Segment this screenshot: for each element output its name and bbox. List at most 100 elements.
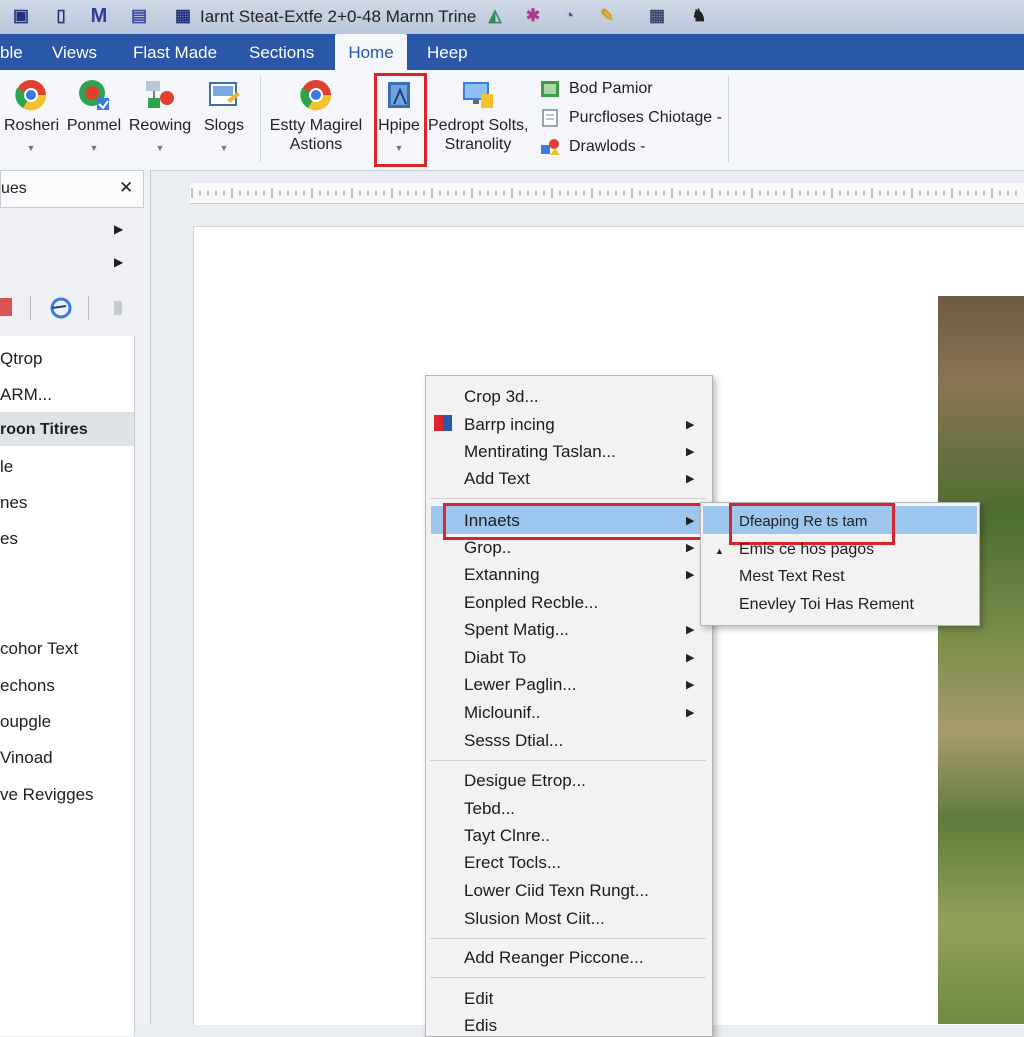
app-icon[interactable]: ▣ bbox=[10, 5, 32, 27]
chevron-down-icon[interactable]: ▼ bbox=[66, 139, 122, 158]
form-icon[interactable]: ▤ bbox=[128, 5, 150, 27]
list-item[interactable]: ARM... bbox=[0, 385, 52, 405]
monitor-icon bbox=[463, 82, 493, 108]
rosheri-button[interactable]: Rosheri ▼ bbox=[4, 74, 59, 158]
reowing-button[interactable]: Reowing ▼ bbox=[128, 74, 192, 158]
tab-file[interactable]: ble bbox=[0, 34, 29, 70]
menu-separator bbox=[430, 498, 706, 499]
purcfloses-chiotage-button[interactable]: Purcfloses Chiotage - bbox=[540, 109, 722, 127]
menu-item-barrp-incing[interactable]: Barrp incing bbox=[464, 415, 555, 435]
pane-title: ues bbox=[1, 180, 27, 197]
calendar-icon[interactable]: ▦ bbox=[646, 5, 668, 27]
document-icon[interactable]: ▦ bbox=[172, 5, 194, 27]
ponmel-button[interactable]: Ponmel ▼ bbox=[66, 74, 122, 158]
magic-icon[interactable]: ◔ bbox=[558, 5, 580, 27]
pane-list: Qtrop ARM... roon Titires le nes es coho… bbox=[0, 336, 135, 1036]
submenu-item-mest-text[interactable]: Mest Text Rest bbox=[739, 568, 845, 586]
menu-item-mentirating[interactable]: Mentirating Taslan... bbox=[464, 442, 616, 462]
menu-item-sesss-dtial[interactable]: Sesss Dtial... bbox=[464, 731, 563, 751]
menu-item-extanning[interactable]: Extanning bbox=[464, 565, 540, 585]
estty-label-line2: Astions bbox=[289, 136, 343, 153]
menu-item-lower-ciid[interactable]: Lower Ciid Texn Rungt... bbox=[464, 881, 649, 901]
menu-item-lewer-paglin[interactable]: Lewer Paglin... bbox=[464, 675, 576, 695]
submenu-arrow-icon: ▶ bbox=[686, 679, 695, 691]
expand-arrow-icon[interactable]: ▶ bbox=[114, 255, 123, 269]
tab-flast-made[interactable]: Flast Made bbox=[127, 34, 223, 70]
window-title: Iarnt Steat-Extfe 2+0-48 Marnn Trine bbox=[200, 7, 477, 26]
person-icon[interactable]: ♞ bbox=[688, 5, 710, 27]
navigation-pane: ues ✕ ▶ ▶ Qtrop ARM... roon Titires le n… bbox=[0, 170, 151, 1036]
menu-item-crop-3d[interactable]: Crop 3d... bbox=[464, 387, 539, 407]
ribbon-separator bbox=[260, 76, 261, 162]
toolbar-icon[interactable] bbox=[0, 298, 12, 316]
estty-magirel-astions-button[interactable]: Estty Magirel Astions bbox=[266, 74, 366, 154]
table-icon bbox=[541, 81, 559, 97]
estty-label-line1: Estty Magirel bbox=[269, 117, 363, 134]
refresh-icon[interactable] bbox=[48, 296, 74, 320]
list-item[interactable]: Vinoad bbox=[0, 748, 53, 768]
dfeaping-highlight-box bbox=[729, 503, 895, 545]
list-item[interactable]: Qtrop bbox=[0, 349, 43, 369]
ribbon: Rosheri ▼ Ponmel ▼ Reowing ▼ Slogs ▼ Est… bbox=[0, 70, 1024, 171]
menu-item-diabt-to[interactable]: Diabt To bbox=[464, 648, 526, 668]
menu-item-slusion-most[interactable]: Slusion Most Ciit... bbox=[464, 909, 605, 929]
phone-icon[interactable]: ▯ bbox=[50, 5, 72, 27]
submenu-item-emis[interactable]: Emis ce hos pagos bbox=[739, 541, 874, 559]
list-item-selected[interactable]: roon Titires bbox=[0, 421, 88, 439]
pedropt-label-line2: Stranolity bbox=[444, 136, 512, 153]
list-item[interactable]: cohor Text bbox=[0, 639, 78, 659]
tab-help[interactable]: Heep bbox=[421, 34, 474, 70]
toolbar-separator bbox=[30, 296, 31, 320]
reowing-label: Reowing bbox=[128, 117, 192, 134]
expand-arrow-icon[interactable]: ▶ bbox=[114, 222, 123, 236]
submenu-item-enevley[interactable]: Enevley Toi Has Rement bbox=[739, 596, 914, 614]
menu-item-grop[interactable]: Grop.. bbox=[464, 538, 511, 558]
menu-item-add-reanger[interactable]: Add Reanger Piccone... bbox=[464, 948, 644, 968]
horizontal-ruler[interactable] bbox=[190, 183, 1024, 204]
close-icon[interactable]: ✕ bbox=[119, 178, 133, 198]
ribbon-separator bbox=[728, 76, 729, 162]
list-item[interactable]: oupgle bbox=[0, 712, 51, 732]
pedropt-solts-button[interactable]: Pedropt Solts, Stranolity bbox=[428, 74, 529, 154]
chart-icon[interactable]: ◭ bbox=[484, 5, 506, 27]
list-item[interactable]: echons bbox=[0, 676, 55, 696]
submenu-arrow-icon: ▶ bbox=[686, 473, 695, 485]
title-bar: ▣ ▯ M ▤ ▦ Iarnt Steat-Extfe 2+0-48 Marnn… bbox=[0, 0, 1024, 35]
page-icon bbox=[542, 109, 558, 127]
submenu-arrow-icon: ▶ bbox=[686, 624, 695, 636]
tab-views[interactable]: Views bbox=[46, 34, 103, 70]
menu-item-spent-matig[interactable]: Spent Matig... bbox=[464, 620, 569, 640]
star-icon[interactable]: ✱ bbox=[522, 5, 544, 27]
menu-item-edis[interactable]: Edis bbox=[464, 1016, 497, 1036]
menu-separator bbox=[430, 938, 706, 939]
submenu-arrow-icon: ▶ bbox=[686, 652, 695, 664]
document-photo[interactable] bbox=[938, 296, 1024, 1024]
menu-item-miclounif[interactable]: Miclounif.. bbox=[464, 703, 541, 723]
menu-item-erect-tocls[interactable]: Erect Tocls... bbox=[464, 853, 561, 873]
list-item[interactable]: nes bbox=[0, 493, 27, 513]
list-item[interactable]: le bbox=[0, 457, 13, 477]
pedropt-label-line1: Pedropt Solts, bbox=[428, 117, 529, 134]
menu-item-tayt-clnre[interactable]: Tayt Clnre.. bbox=[464, 826, 550, 846]
disabled-tool-icon bbox=[114, 301, 122, 315]
menu-item-desigue-etrop[interactable]: Desigue Etrop... bbox=[464, 771, 586, 791]
list-item[interactable]: es bbox=[0, 529, 18, 549]
chevron-down-icon[interactable]: ▼ bbox=[128, 139, 192, 158]
mail-icon[interactable]: M bbox=[88, 5, 110, 27]
slogs-button[interactable]: Slogs ▼ bbox=[200, 74, 248, 158]
menu-item-add-text[interactable]: Add Text bbox=[464, 469, 530, 489]
chevron-down-icon[interactable]: ▼ bbox=[4, 139, 58, 158]
chrome-icon bbox=[300, 80, 332, 111]
tab-home[interactable]: Home bbox=[335, 34, 407, 70]
menu-item-edit[interactable]: Edit bbox=[464, 989, 493, 1009]
menu-item-tebd[interactable]: Tebd... bbox=[464, 799, 515, 819]
submenu-arrow-icon: ▶ bbox=[686, 707, 695, 719]
chevron-down-icon[interactable]: ▼ bbox=[200, 139, 248, 158]
chrome-icon bbox=[15, 80, 47, 111]
drawlods-button[interactable]: Drawlods - bbox=[540, 138, 645, 156]
bod-pamior-button[interactable]: Bod Pamior bbox=[540, 80, 653, 98]
tab-sections[interactable]: Sections bbox=[243, 34, 320, 70]
menu-item-eonpled-recble[interactable]: Eonpled Recble... bbox=[464, 593, 598, 613]
list-item[interactable]: ve Revigges bbox=[0, 785, 94, 805]
pen-icon[interactable]: ✎ bbox=[596, 5, 618, 27]
